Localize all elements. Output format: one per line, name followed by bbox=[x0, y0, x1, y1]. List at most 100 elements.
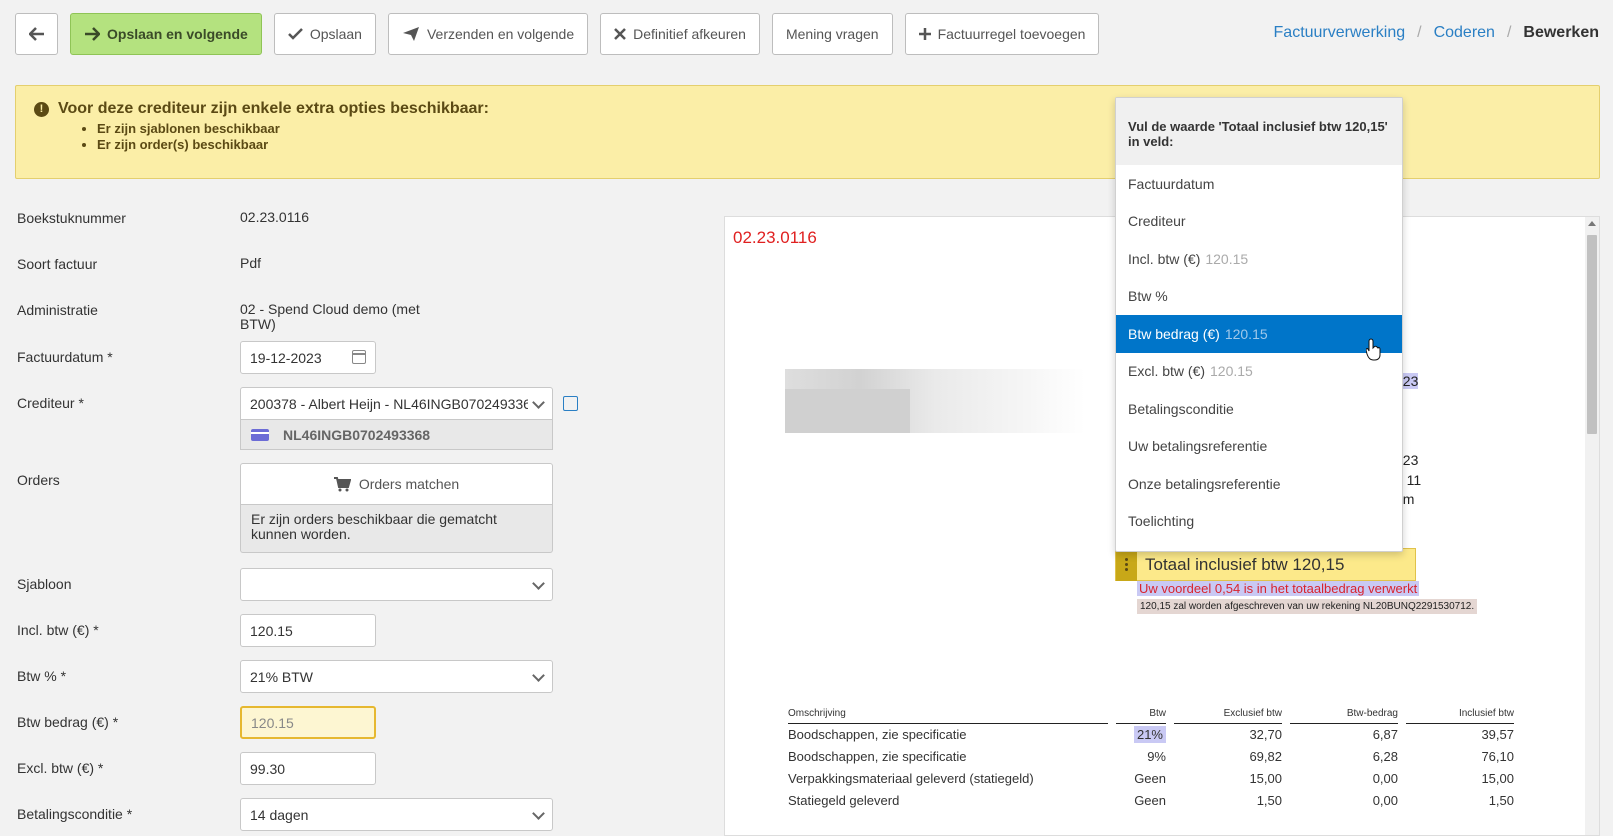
popup-option[interactable]: Excl. btw (€) 120.15 bbox=[1116, 353, 1402, 391]
popup-option[interactable]: Onze betalingsreferentie bbox=[1116, 465, 1402, 503]
save-next-button[interactable]: Opslaan en volgende bbox=[70, 13, 262, 55]
incl-btw-input[interactable]: 120.15 bbox=[240, 614, 376, 647]
table-cell: 32,70 bbox=[1249, 727, 1282, 743]
total-text: Totaal inclusief btw 120,15 bbox=[1145, 554, 1345, 574]
popup-option[interactable]: Crediteur bbox=[1116, 203, 1402, 241]
chevron-down-icon bbox=[532, 669, 545, 682]
excl-btw-value: 99.30 bbox=[250, 760, 286, 777]
reject-label: Definitief afkeuren bbox=[633, 26, 746, 42]
orders-match-button[interactable]: Orders matchen bbox=[240, 463, 553, 505]
popup-option[interactable]: Betalingsconditie bbox=[1116, 390, 1402, 428]
send-next-button[interactable]: Verzenden en volgende bbox=[387, 13, 589, 55]
table-cell: Geen bbox=[1134, 771, 1166, 786]
boekstuk-label: Boekstuknummer bbox=[17, 210, 126, 226]
excl-btw-label: Excl. btw (€) * bbox=[17, 760, 104, 776]
breadcrumb-separator: / bbox=[1506, 24, 1512, 41]
administratie-line2: BTW) bbox=[240, 316, 276, 332]
popup-option[interactable]: Factuurdatum bbox=[1116, 165, 1402, 203]
reject-button[interactable]: Definitief afkeuren bbox=[600, 13, 760, 55]
chevron-down-icon bbox=[532, 807, 545, 820]
table-header: Exclusief btw bbox=[1174, 708, 1282, 724]
add-invoice-line-button[interactable]: Factuurregel toevoegen bbox=[904, 13, 1100, 55]
table-cell: 9% bbox=[1147, 749, 1166, 764]
btw-percent-label: Btw % * bbox=[17, 668, 67, 684]
table-row: Boodschappen, zie specificatie 9% 69,82 … bbox=[788, 746, 1514, 768]
sjabloon-select[interactable] bbox=[240, 568, 553, 601]
betalingsconditie-value: 14 dagen bbox=[250, 806, 309, 823]
edit-icon[interactable] bbox=[563, 396, 578, 411]
table-cell: Geen bbox=[1134, 793, 1166, 808]
popup-option-label: Uw betalingsreferentie bbox=[1128, 438, 1268, 455]
breadcrumb-coding[interactable]: Coderen bbox=[1434, 24, 1495, 42]
doc-voordeel[interactable]: Uw voordeel 0,54 is in het totaalbedrag … bbox=[1137, 581, 1420, 596]
table-cell[interactable]: 21% bbox=[1116, 724, 1166, 746]
viewer-scrollbar[interactable] bbox=[1585, 217, 1599, 835]
table-cell: 6,28 bbox=[1372, 749, 1398, 764]
breadcrumb-invoice-processing[interactable]: Factuurverwerking bbox=[1274, 24, 1406, 42]
ask-opinion-button[interactable]: Mening vragen bbox=[771, 13, 893, 55]
popup-option-label: Btw bedrag (€) bbox=[1128, 325, 1220, 342]
popup-option-label: Factuurdatum bbox=[1128, 175, 1215, 192]
incl-btw-value: 120.15 bbox=[250, 622, 293, 639]
popup-header: Vul de waarde 'Totaal inclusief btw 120,… bbox=[1116, 98, 1402, 165]
table-cell: 1,50 bbox=[1256, 793, 1282, 808]
sjabloon-label: Sjabloon bbox=[17, 576, 72, 592]
selected-total-field[interactable]: Totaal inclusief btw 120,15 bbox=[1115, 548, 1416, 581]
breadcrumb-separator: / bbox=[1417, 24, 1422, 41]
table-row: Verpakkingsmateriaal geleverd (statiegel… bbox=[788, 768, 1514, 790]
document-number: 02.23.0116 bbox=[733, 228, 817, 247]
crediteur-value: 200378 - Albert Heijn - NL46INGB07024933… bbox=[250, 395, 528, 412]
exclamation-icon: ! bbox=[34, 101, 49, 117]
btw-percent-select[interactable]: 21% BTW bbox=[240, 660, 553, 693]
boekstuk-value: 02.23.0116 bbox=[240, 209, 310, 225]
popup-option-hint: 120.15 bbox=[1205, 250, 1249, 267]
arrow-right-icon bbox=[85, 27, 100, 41]
btw-rate-highlight[interactable]: 21% bbox=[1133, 726, 1166, 744]
crediteur-select[interactable]: 200378 - Albert Heijn - NL46INGB07024933… bbox=[240, 387, 553, 420]
table-row: Boodschappen, zie specificatie 21% 32,70… bbox=[788, 724, 1514, 746]
factuurdatum-input[interactable]: 19-12-2023 bbox=[240, 341, 376, 374]
table-cell: 1,50 bbox=[1488, 793, 1514, 808]
blurred-logo-part bbox=[785, 389, 910, 433]
popup-option[interactable]: Toelichting bbox=[1116, 503, 1402, 541]
incl-btw-label: Incl. btw (€) * bbox=[17, 622, 99, 638]
table-cell: Statiegeld geleverd bbox=[788, 793, 900, 808]
table-cell: Boodschappen, zie specificatie bbox=[788, 727, 967, 743]
crediteur-label: Crediteur * bbox=[17, 395, 84, 411]
ask-opinion-label: Mening vragen bbox=[785, 26, 879, 42]
save-button[interactable]: Opslaan bbox=[273, 13, 376, 55]
check-icon bbox=[287, 28, 303, 40]
popup-option[interactable]: Uw betalingsreferentie bbox=[1116, 428, 1402, 466]
popup-option-label: Btw % bbox=[1128, 288, 1168, 305]
breadcrumb: Factuurverwerking / Coderen / Bewerken bbox=[1274, 24, 1599, 42]
soort-label: Soort factuur bbox=[17, 256, 98, 272]
administratie-value: 02 - Spend Cloud demo (met BTW) bbox=[240, 302, 420, 332]
calendar-icon[interactable] bbox=[352, 350, 366, 364]
soort-value: Pdf bbox=[240, 255, 262, 271]
scrollbar-thumb[interactable] bbox=[1587, 235, 1597, 434]
drag-handle-icon[interactable] bbox=[1116, 548, 1137, 581]
table-header: Omschrijving bbox=[788, 708, 1108, 724]
factuurdatum-value: 19-12-2023 bbox=[250, 349, 322, 366]
shopping-cart-icon bbox=[333, 476, 351, 491]
popup-option[interactable]: Btw % bbox=[1116, 278, 1402, 316]
back-button[interactable] bbox=[15, 13, 58, 55]
excl-btw-input[interactable]: 99.30 bbox=[240, 752, 376, 785]
table-cell: 76,10 bbox=[1481, 749, 1514, 764]
popup-option-label: Toelichting bbox=[1128, 513, 1195, 530]
paper-plane-icon bbox=[402, 27, 419, 41]
popup-option[interactable]: Incl. btw (€) 120.15 bbox=[1116, 240, 1402, 278]
table-cell: 0,00 bbox=[1372, 771, 1398, 786]
administratie-line1: 02 - Spend Cloud demo (met bbox=[240, 301, 420, 317]
table-row: Statiegeld geleverd Geen 1,50 0,00 1,50 bbox=[788, 790, 1514, 812]
plus-icon bbox=[918, 28, 931, 40]
popup-option-label: Betalingsconditie bbox=[1128, 400, 1234, 417]
popup-option[interactable]: Btw bedrag (€) 120.15 bbox=[1116, 315, 1402, 353]
scroll-up-arrow-icon[interactable] bbox=[1588, 221, 1596, 226]
popup-option-hint: 120.15 bbox=[1224, 325, 1268, 342]
btw-bedrag-input[interactable]: 120.15 bbox=[240, 706, 376, 739]
doc-afschrijving[interactable]: 120,15 zal worden afgeschreven van uw re… bbox=[1137, 599, 1478, 614]
toolbar: Opslaan en volgende Opslaan Verzenden en… bbox=[15, 13, 1100, 55]
betalingsconditie-select[interactable]: 14 dagen bbox=[240, 798, 553, 831]
administratie-label: Administratie bbox=[17, 302, 98, 318]
